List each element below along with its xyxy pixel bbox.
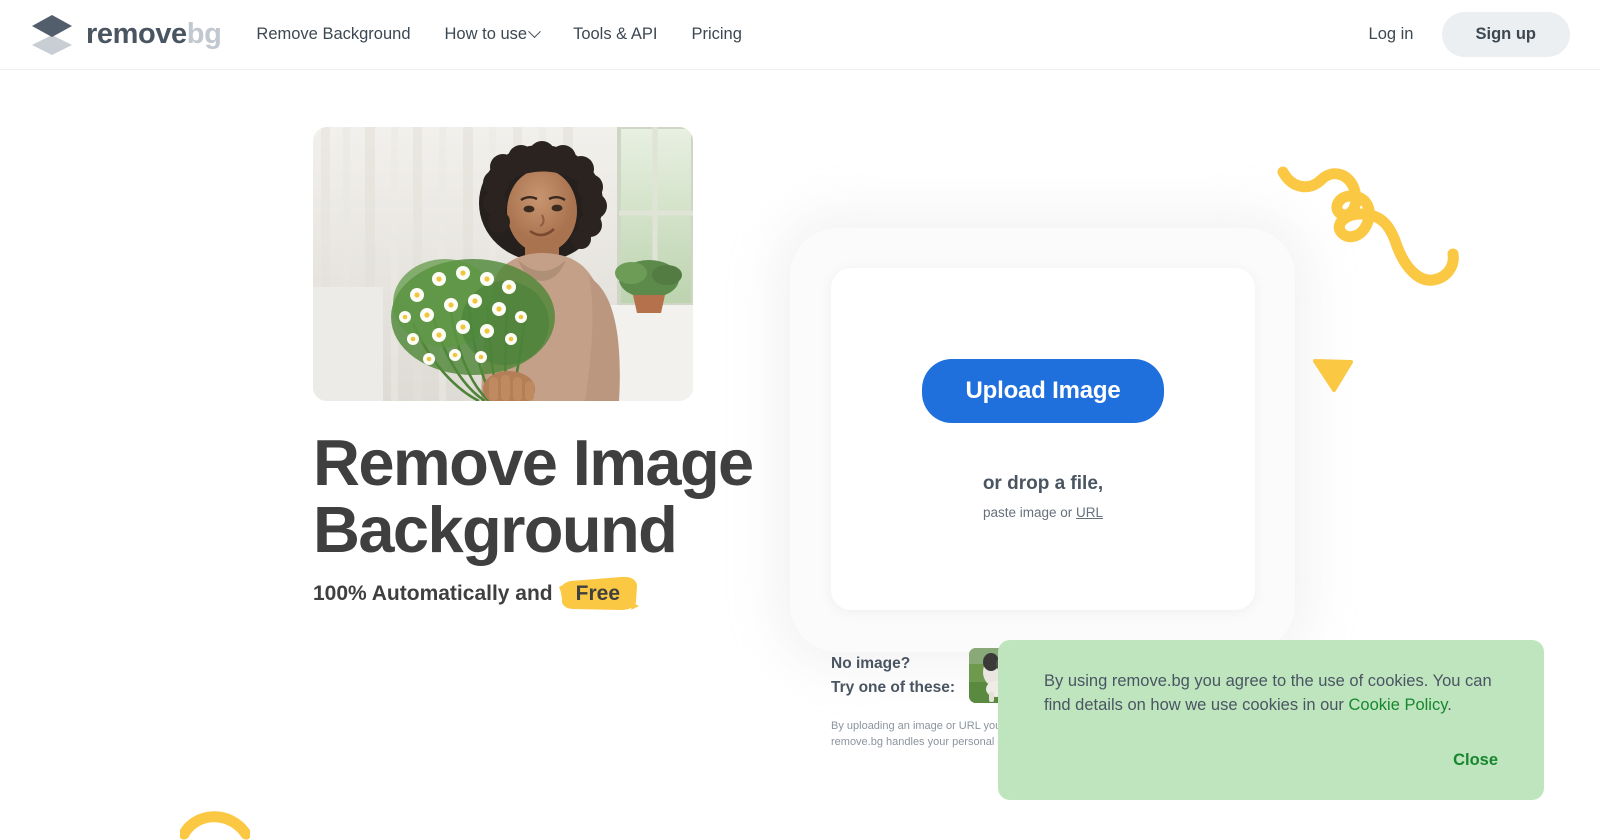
brand-logo[interactable]: removebg — [30, 14, 222, 55]
paste-url-link[interactable]: URL — [1076, 505, 1103, 520]
cookie-text-after: . — [1447, 695, 1452, 714]
free-highlight: Free — [558, 576, 639, 610]
nav-link-tools-and-api[interactable]: Tools & API — [573, 25, 657, 44]
cookie-consent-banner: By using remove.bg you agree to the use … — [998, 640, 1544, 800]
sample-images-section: No image? Try one of these: — [831, 648, 1025, 703]
chevron-down-icon — [528, 25, 541, 39]
paste-hint: paste image or URL — [983, 505, 1103, 520]
arc-decoration-icon — [178, 800, 252, 840]
upload-image-button[interactable]: Upload Image — [921, 358, 1165, 423]
brand-wordmark: removebg — [86, 18, 222, 50]
upload-dropzone[interactable]: Upload Image or drop a file, paste image… — [831, 268, 1255, 610]
paste-hint-prefix: paste image or — [982, 504, 1073, 520]
signup-button[interactable]: Sign up — [1441, 12, 1570, 57]
page-title-line2: Background — [313, 492, 678, 566]
nav-account-actions: Log in Sign up — [1359, 12, 1570, 57]
page-title-line1: Remove Image — [313, 426, 754, 499]
nav-link-remove-background[interactable]: Remove Background — [256, 25, 410, 44]
login-link[interactable]: Log in — [1359, 19, 1424, 50]
fineprint-line1: By uploading an image or URL you a — [831, 720, 1011, 732]
remove-bg-landing-page: removebg Remove Background How to use To… — [0, 0, 1600, 840]
squiggle-decoration-icon — [1275, 162, 1475, 367]
sample-label-line2: Try one of these: — [831, 678, 956, 696]
nav-link-how-to-use[interactable]: How to use — [444, 25, 541, 44]
stacked-diamonds-icon — [30, 14, 74, 55]
brand-word-remove: remove — [86, 18, 187, 50]
nav-links: Remove Background How to use Tools & API… — [256, 25, 741, 44]
subtitle-prefix: 100% Automatically and — [313, 582, 553, 605]
page-subtitle: 100% Automatically and Free — [313, 576, 639, 610]
triangle-down-decoration-icon — [1312, 358, 1354, 392]
nav-label: Pricing — [691, 25, 742, 43]
nav-label: Tools & API — [573, 25, 658, 43]
sample-label-line1: No image? — [831, 654, 911, 672]
fineprint-line2: remove.bg handles your personal d — [831, 735, 1004, 748]
nav-link-pricing[interactable]: Pricing — [691, 25, 741, 44]
nav-label: How to use — [444, 25, 528, 43]
nav-label: Remove Background — [256, 25, 411, 43]
cookie-message: By using remove.bg you agree to the use … — [1044, 670, 1498, 718]
free-label: Free — [575, 582, 620, 605]
cookie-policy-link[interactable]: Cookie Policy — [1349, 696, 1448, 714]
brand-word-bg: bg — [186, 18, 222, 50]
sample-images-label: No image? Try one of these: — [831, 652, 955, 699]
drop-file-label: or drop a file, — [982, 472, 1104, 494]
top-navigation-bar: removebg Remove Background How to use To… — [0, 0, 1600, 70]
cookie-close-button[interactable]: Close — [1453, 751, 1498, 770]
page-title: Remove Image Background — [313, 429, 833, 566]
hero-photo — [313, 127, 693, 401]
